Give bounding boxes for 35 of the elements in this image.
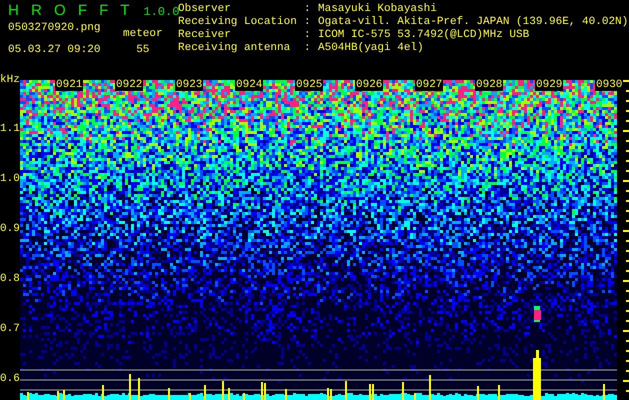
info-value: ICOM IC-575 53.7492(@LCD)MHz USB: [318, 29, 530, 42]
axis-tick-label: 0.6: [0, 373, 20, 386]
info-separator: :: [304, 16, 312, 29]
info-label: Observer: [178, 3, 232, 15]
info-label: Receiving antenna: [178, 42, 292, 55]
time-label: 0929: [535, 80, 564, 91]
time-label: 0927: [415, 80, 444, 91]
info-separator: :: [304, 29, 312, 42]
time-label: 0930: [595, 80, 624, 91]
time-label: 0923: [175, 80, 204, 91]
info-label: Receiving Location: [178, 16, 298, 29]
time-label: 0928: [475, 80, 504, 91]
time-label: 0922: [115, 80, 144, 91]
app-title: H R O F F T: [8, 3, 134, 19]
time-label: 0925: [295, 80, 324, 91]
time-label: 0926: [355, 80, 384, 91]
info-separator: :: [304, 3, 312, 16]
info-separator: :: [304, 42, 312, 55]
axis-tick-label: 0.7: [0, 323, 20, 336]
info-value: Masayuki Kobayashi: [318, 3, 437, 16]
time-label: 0924: [235, 80, 264, 91]
info-value: Ogata-vill. Akita-Pref. JAPAN (139.96E, 40.02N): [318, 16, 628, 29]
info-label: Receiver: [178, 29, 232, 42]
file-name: 0503270920.png: [8, 22, 102, 35]
info-value: A504HB(yagi 4el): [318, 42, 424, 55]
time-label: 0921: [55, 80, 84, 91]
axis-tick-label: 0.8: [0, 273, 20, 286]
meteor-label: meteor: [123, 28, 163, 41]
axis-tick-label: 1.0: [0, 173, 20, 186]
date-time: 05.03.27 09:20: [8, 44, 102, 57]
version-label: 1.0.0: [143, 6, 180, 19]
axis-tick-label: 0.9: [0, 223, 20, 236]
axis-tick-label: 1.1: [0, 123, 20, 136]
meteor-count: 55: [136, 44, 150, 57]
unit-label: kHz: [0, 74, 20, 87]
